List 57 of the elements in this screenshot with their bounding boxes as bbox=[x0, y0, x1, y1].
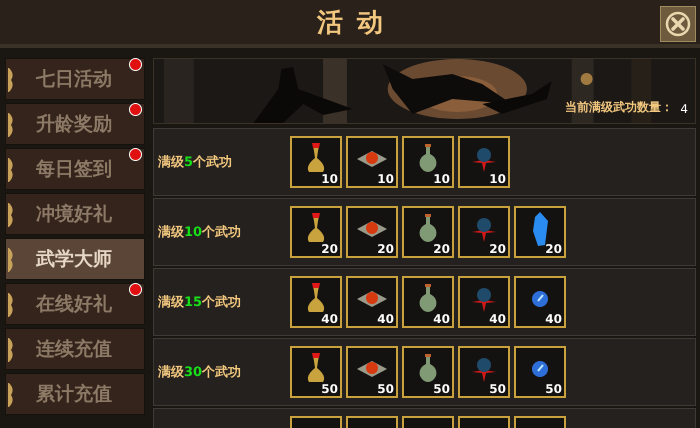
item-slot[interactable]: 50 bbox=[346, 346, 398, 398]
item-slot[interactable]: 50 bbox=[514, 346, 566, 398]
window-title: 活动 bbox=[317, 6, 397, 40]
item-slot[interactable]: 40 bbox=[514, 276, 566, 328]
item-quantity: 40 bbox=[489, 313, 506, 325]
item-quantity: 40 bbox=[377, 313, 394, 325]
item-slot[interactable]: 50 bbox=[402, 346, 454, 398]
item-quantity: 20 bbox=[321, 243, 338, 255]
item-quantity: 50 bbox=[377, 383, 394, 395]
item-quantity: 10 bbox=[321, 173, 338, 185]
item-quantity: 50 bbox=[321, 383, 338, 395]
item-quantity: 20 bbox=[489, 243, 506, 255]
item-quantity: 40 bbox=[321, 313, 338, 325]
sidebar-item[interactable]: 冲境好礼 bbox=[5, 193, 145, 235]
sidebar-item[interactable]: 在线好礼 bbox=[5, 283, 145, 325]
pearl-icon bbox=[530, 289, 550, 309]
item-slot[interactable]: 50 bbox=[458, 346, 510, 398]
item-slot[interactable]: 20 bbox=[346, 206, 398, 258]
item-quantity: 20 bbox=[545, 243, 562, 255]
close-button[interactable] bbox=[660, 6, 696, 42]
row-label: 满级5个武功 bbox=[157, 154, 234, 171]
item-quantity: 20 bbox=[377, 243, 394, 255]
row-label: 满级10个武功 bbox=[157, 224, 242, 241]
item-quantity: 20 bbox=[433, 243, 450, 255]
item-slot[interactable]: 40 bbox=[290, 276, 342, 328]
item-quantity: 50 bbox=[489, 383, 506, 395]
row-label: 满级15个武功 bbox=[157, 294, 242, 311]
sidebar-item[interactable]: 累计充值 bbox=[5, 373, 145, 415]
item-quantity: 10 bbox=[433, 173, 450, 185]
item-slot[interactable]: 40 bbox=[346, 276, 398, 328]
sidebar-item[interactable]: 七日活动 bbox=[5, 58, 145, 100]
item-slot[interactable]: 20 bbox=[290, 206, 342, 258]
item-slot[interactable]: 10 bbox=[346, 136, 398, 188]
item-slot[interactable]: 10 bbox=[290, 136, 342, 188]
item-quantity: 50 bbox=[433, 383, 450, 395]
item-slot[interactable]: 20 bbox=[458, 206, 510, 258]
max-level-count-value: 4 bbox=[680, 102, 688, 116]
item-slot[interactable]: 20 bbox=[402, 206, 454, 258]
item-quantity: 10 bbox=[377, 173, 394, 185]
item-slot[interactable]: 40 bbox=[458, 276, 510, 328]
max-level-count-label: 当前满级武功数量： bbox=[565, 99, 673, 116]
item-quantity: 40 bbox=[433, 313, 450, 325]
item-slot[interactable]: 10 bbox=[402, 136, 454, 188]
item-slot[interactable]: 40 bbox=[402, 276, 454, 328]
item-quantity: 40 bbox=[545, 313, 562, 325]
item-slot[interactable]: 50 bbox=[290, 346, 342, 398]
row-label: 满级30个武功 bbox=[157, 364, 242, 381]
sidebar-item[interactable]: 每日签到 bbox=[5, 148, 145, 190]
item-slot[interactable]: 20 bbox=[514, 206, 566, 258]
item-slot[interactable]: 10 bbox=[458, 136, 510, 188]
item-quantity: 10 bbox=[489, 173, 506, 185]
sidebar-item[interactable]: 武学大师 bbox=[5, 238, 145, 280]
pearl-icon bbox=[530, 359, 550, 379]
sidebar-item[interactable]: 升龄奖励 bbox=[5, 103, 145, 145]
item-quantity: 50 bbox=[545, 383, 562, 395]
close-icon bbox=[665, 11, 691, 37]
sidebar-item[interactable]: 连续充值 bbox=[5, 328, 145, 370]
